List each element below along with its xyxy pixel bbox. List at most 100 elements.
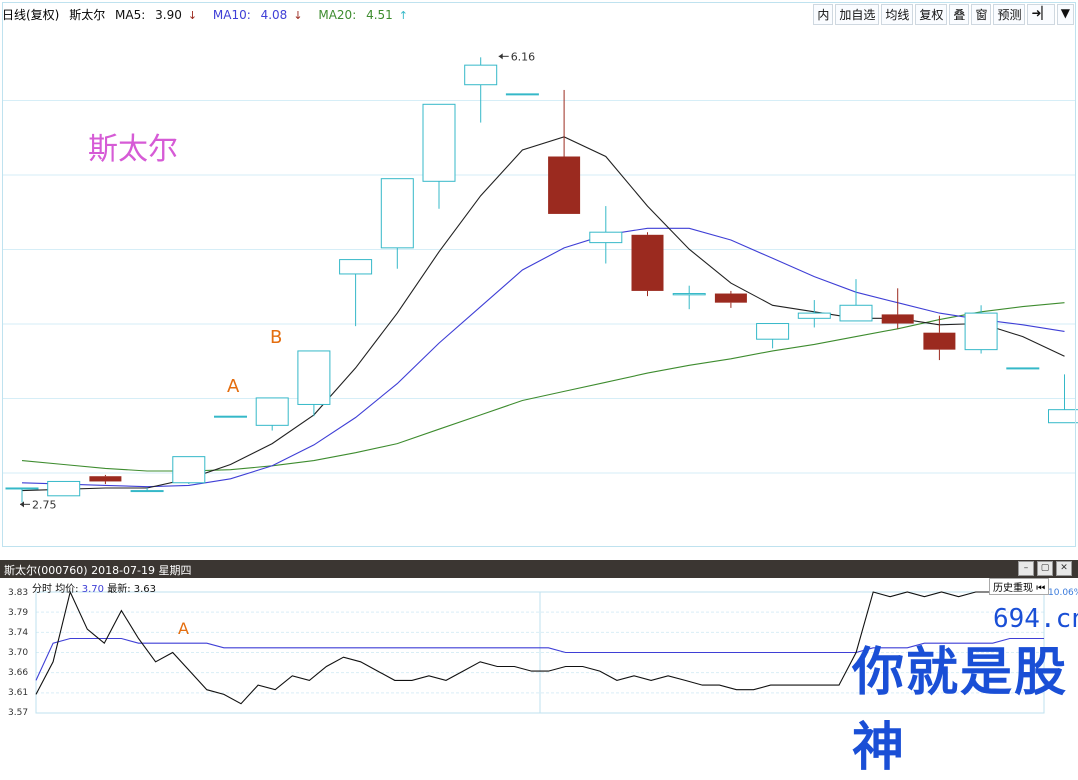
ma20-legend: MA20: 4.51 ↑ [318,8,414,22]
candle [632,232,664,296]
candle [48,481,80,495]
candle-body [465,65,497,85]
candle [423,104,455,208]
candle-body [1007,368,1039,369]
candle-body [423,104,455,181]
ma20-value: 4.51 [366,8,393,22]
avg-price-label: 均价: [55,584,78,595]
candle-body [590,232,622,242]
candle-body [173,457,205,483]
stock-title-overlay: 斯太尔 [88,124,178,168]
candle-body [298,351,330,405]
candle [465,57,497,122]
minimize-icon[interactable]: – [1018,561,1034,576]
candle-body [506,94,538,95]
toolbar-button-inner[interactable]: 内 [813,4,833,25]
chart-toolbar: 内 加自选 均线 复权 叠 窗 预测 ➜▏ ▼ [811,4,1074,25]
history-replay-button[interactable]: 历史重现 ⏮ [989,578,1049,595]
candle-body [715,294,747,303]
y-tick-label: 3.70 [8,648,28,658]
candle [965,305,997,353]
ma10-value: 4.08 [261,8,288,22]
avg-price-value: 3.70 [82,584,104,595]
ma20-label: MA20: [318,8,356,22]
candle-body [256,398,288,425]
toolbar-button-overlay[interactable]: 叠 [949,4,969,25]
toolbar-button-ma[interactable]: 均线 [881,4,913,25]
candle-body [48,481,80,495]
candle-body [381,179,413,248]
candle-body [840,305,872,321]
candle-body [798,313,830,318]
ma10-label: MA10: [213,8,251,22]
ma10-legend: MA10: 4.08 ↓ [213,8,309,22]
toolbar-button-add-watchlist[interactable]: 加自选 [835,4,879,25]
ma5-value: 3.90 [155,8,182,22]
candle [173,457,205,484]
window-controls: – ▢ ✕ [1018,561,1072,576]
candle-body [215,416,247,417]
ma20-line [22,303,1065,471]
y-tick-label: 3.79 [8,608,28,618]
intraday-legend: 分时 均价: 3.70 最新: 3.63 [32,580,156,595]
candle [215,416,247,417]
candle-body [6,488,38,489]
low-value-label: 2.75 [32,498,57,511]
annotation-a: A [227,376,239,397]
toolbar-button-dropdown-icon[interactable]: ▼ [1057,4,1074,25]
candle-body [882,314,914,323]
toolbar-button-adjust[interactable]: 复权 [915,4,947,25]
close-icon[interactable]: ✕ [1056,561,1072,576]
candle [548,90,580,214]
toolbar-button-forecast[interactable]: 预测 [993,4,1025,25]
candle [1007,368,1039,369]
candlestick-chart[interactable]: 6.162.75 [0,26,1078,548]
candle [381,179,413,269]
last-price-value: 3.63 [134,584,156,595]
candle [757,324,789,349]
candle-body [340,260,372,274]
candle-body [1049,410,1078,423]
toolbar-button-dock-icon[interactable]: ➜▏ [1027,4,1054,25]
ma20-up-arrow-icon: ↑ [399,9,408,22]
y-tick-label: 3.66 [8,668,28,678]
period-label: 日线(复权) [2,8,59,22]
intraday-window-header: 斯太尔(000760) 2018-07-19 星期四 – ▢ ✕ [0,560,1078,578]
candle [506,94,538,95]
replay-icon: ⏮ [1036,583,1045,594]
candle-body [131,491,163,492]
ma10-line [22,228,1065,486]
restore-icon[interactable]: ▢ [1037,561,1053,576]
candle [256,398,288,431]
ma-legend: 日线(复权) 斯太尔 MA5: 3.90↓ MA10: 4.08↓ MA20: … [2,6,420,23]
candle-body [89,476,121,481]
ma5-down-arrow-icon: ↓ [188,9,197,22]
intraday-annotation-a: A [178,619,189,638]
candle-body [548,157,580,214]
candle [715,291,747,308]
candle-body [923,333,955,350]
candle [798,300,830,327]
candle [340,260,372,327]
candle-body [632,235,664,291]
y-tick-label: 3.83 [8,588,28,598]
candle [840,279,872,321]
y-tick-label: 3.57 [8,708,28,718]
ma5-legend: MA5: 3.90 ↓ [115,8,203,22]
ma5-line [22,137,1065,491]
chart-header-bar: 日线(复权) 斯太尔 MA5: 3.90↓ MA10: 4.08↓ MA20: … [0,0,1078,26]
ma10-down-arrow-icon: ↓ [293,9,302,22]
intraday-window-title: 斯太尔(000760) 2018-07-19 星期四 [4,562,192,578]
ma5-label: MA5: [115,8,145,22]
candle-body [965,313,997,350]
candle-body [673,294,705,295]
intraday-prefix: 分时 [32,584,52,595]
annotation-b: B [270,327,282,348]
pct-change-label: 10.06% [1048,588,1078,598]
last-price-label: 最新: [107,584,130,595]
history-replay-label: 历史重现 [993,583,1033,594]
y-tick-label: 3.74 [8,628,28,638]
toolbar-button-window[interactable]: 窗 [971,4,991,25]
candle [89,475,121,484]
candle [298,351,330,416]
